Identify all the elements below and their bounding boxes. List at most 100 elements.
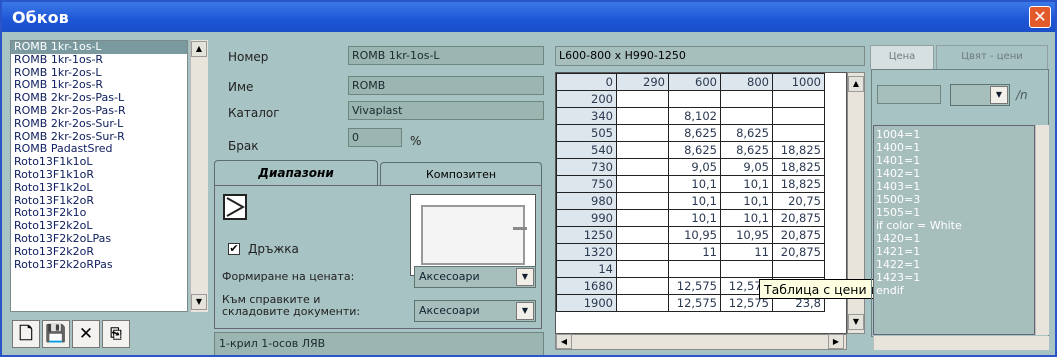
price-cell[interactable]: 10,1 xyxy=(720,209,773,227)
list-item[interactable]: Roto13F1k2oL xyxy=(11,181,187,195)
window-title: Обков xyxy=(12,8,69,27)
list-item[interactable]: ROMB 1kr-1os-R xyxy=(11,53,187,67)
copy-button[interactable]: ⎘ xyxy=(102,320,130,348)
scroll-down-icon[interactable]: ▼ xyxy=(191,294,207,310)
rule-line: endif xyxy=(876,284,904,297)
price-cell[interactable] xyxy=(616,209,669,227)
price-cell[interactable]: 8,102 xyxy=(668,107,721,125)
price-cell[interactable]: 10,1 xyxy=(720,192,773,210)
price-cell[interactable]: 10,1 xyxy=(668,175,721,193)
hardware-list[interactable]: ROMB 1kr-1os-L ROMB 1kr-1os-R ROMB 1kr-2os… xyxy=(10,40,188,312)
copy-icon: ⎘ xyxy=(110,326,122,342)
price-cell[interactable] xyxy=(616,107,669,125)
price-cell[interactable]: 10,95 xyxy=(668,226,721,244)
price-cell[interactable]: 18,825 xyxy=(772,175,825,193)
price-cell[interactable] xyxy=(616,277,669,295)
tab-composite[interactable]: Композитен xyxy=(380,162,542,185)
price-cell[interactable]: 11 xyxy=(668,243,721,261)
price-cell[interactable]: 10,1 xyxy=(668,192,721,210)
price-cell[interactable]: 20,875 xyxy=(772,243,825,261)
list-item[interactable]: Roto13F2k2oRPas xyxy=(11,258,187,272)
price-cell[interactable] xyxy=(616,243,669,261)
scroll-up-icon[interactable]: ▲ xyxy=(848,76,864,92)
price-cell[interactable]: 20,875 xyxy=(772,209,825,227)
price-cell[interactable] xyxy=(720,107,773,125)
price-grid[interactable]: 0 290 600 800 1000 200 340 8,102 505 8,625 8,625 54… xyxy=(556,73,825,312)
price-cell[interactable] xyxy=(772,124,825,142)
description-field[interactable]: 1-крил 1-осов ЛЯВ xyxy=(214,332,544,355)
rules-scrollbar[interactable] xyxy=(1035,125,1049,335)
handle-checkbox[interactable]: ✔ xyxy=(228,243,240,255)
number-field[interactable]: ROMB 1kr-1os-L xyxy=(348,46,544,65)
price-cell[interactable] xyxy=(772,260,825,278)
price-cell[interactable]: 8,625 xyxy=(668,141,721,159)
new-button[interactable]: 🗋 xyxy=(12,320,40,348)
price-cell[interactable]: 20,875 xyxy=(772,226,825,244)
scroll-down-icon[interactable]: ▼ xyxy=(848,314,864,330)
price-cell[interactable] xyxy=(772,107,825,125)
price-cell[interactable]: 10,95 xyxy=(720,226,773,244)
tab-ranges[interactable]: Диапазони xyxy=(214,160,378,185)
price-input[interactable] xyxy=(877,85,941,104)
price-cell[interactable] xyxy=(616,260,669,278)
rules-text[interactable]: 1004=1 1400=1 1401=1 1402=1 1403=1 1500=3 1505… xyxy=(873,125,1035,335)
rules-hscrollbar[interactable] xyxy=(873,336,1049,350)
reports-label-line2: складовите документи: xyxy=(222,305,361,318)
price-cell[interactable]: 18,825 xyxy=(772,141,825,159)
price-cell[interactable] xyxy=(668,90,721,108)
list-item[interactable]: Roto13F1k1oR xyxy=(11,168,187,182)
list-item[interactable]: ROMB 2kr-2os-Pas-R xyxy=(11,104,187,118)
column-header: 600 xyxy=(668,73,721,91)
list-scrollbar[interactable] xyxy=(190,40,208,312)
price-forming-select[interactable]: Аксесоари ▼ xyxy=(414,266,536,288)
dropdown-arrow-icon: ▼ xyxy=(516,302,534,320)
reports-select[interactable]: Аксесоари ▼ xyxy=(414,300,536,322)
price-cell[interactable] xyxy=(616,226,669,244)
save-button[interactable]: 💾 xyxy=(42,320,70,348)
price-cell[interactable] xyxy=(616,124,669,142)
price-cell[interactable]: 10,1 xyxy=(720,175,773,193)
price-cell[interactable]: 20,75 xyxy=(772,192,825,210)
name-field[interactable]: ROMB xyxy=(348,76,544,95)
price-cell[interactable]: 8,625 xyxy=(720,141,773,159)
price-cell[interactable] xyxy=(616,175,669,193)
scroll-right-icon[interactable]: ▶ xyxy=(828,334,844,349)
rule-line: 1401=1 xyxy=(876,154,921,167)
number-label: Номер xyxy=(228,50,269,64)
tab-color-prices[interactable]: Цвят - цени xyxy=(936,45,1048,69)
unit-select[interactable]: ▼ xyxy=(950,84,1010,106)
price-cell[interactable] xyxy=(720,90,773,108)
price-cell[interactable] xyxy=(616,90,669,108)
delete-button[interactable]: ✕ xyxy=(72,320,100,348)
list-item[interactable]: ROMB 2kr-2os-Sur-L xyxy=(11,117,187,131)
price-cell[interactable] xyxy=(616,158,669,176)
table-hscrollbar[interactable] xyxy=(555,334,847,350)
price-cell[interactable]: 10,1 xyxy=(668,209,721,227)
price-cell[interactable]: 8,625 xyxy=(720,124,773,142)
list-item[interactable]: Roto13F2k2oR xyxy=(11,245,187,259)
price-cell[interactable] xyxy=(772,90,825,108)
scroll-up-icon[interactable]: ▲ xyxy=(191,41,207,57)
price-cell[interactable] xyxy=(616,294,669,312)
price-cell[interactable]: 11 xyxy=(720,243,773,261)
catalog-field[interactable]: Vivaplast xyxy=(348,101,544,120)
tab-price[interactable]: Цена xyxy=(870,45,934,69)
list-item[interactable]: ROMB 1kr-1os-L xyxy=(11,41,187,54)
price-cell[interactable]: 9,05 xyxy=(668,158,721,176)
price-cell[interactable]: 12,575 xyxy=(668,294,721,312)
price-cell[interactable]: 18,825 xyxy=(772,158,825,176)
defect-field[interactable]: 0 xyxy=(348,128,402,147)
close-button[interactable]: ✕ xyxy=(1029,6,1051,28)
price-cell[interactable] xyxy=(616,141,669,159)
list-item[interactable]: Roto13F2k2oLPas xyxy=(11,232,187,246)
scroll-left-icon[interactable]: ◀ xyxy=(556,334,572,349)
price-cell[interactable]: 9,05 xyxy=(720,158,773,176)
column-header: 1000 xyxy=(772,73,825,91)
price-cell[interactable] xyxy=(616,192,669,210)
price-cell[interactable]: 12,575 xyxy=(668,277,721,295)
price-cell[interactable] xyxy=(720,260,773,278)
price-cell[interactable]: 8,625 xyxy=(668,124,721,142)
price-cell[interactable] xyxy=(668,260,721,278)
window-opening-icon[interactable] xyxy=(223,194,247,220)
table-row: 980 10,1 10,1 20,75 xyxy=(556,192,825,210)
